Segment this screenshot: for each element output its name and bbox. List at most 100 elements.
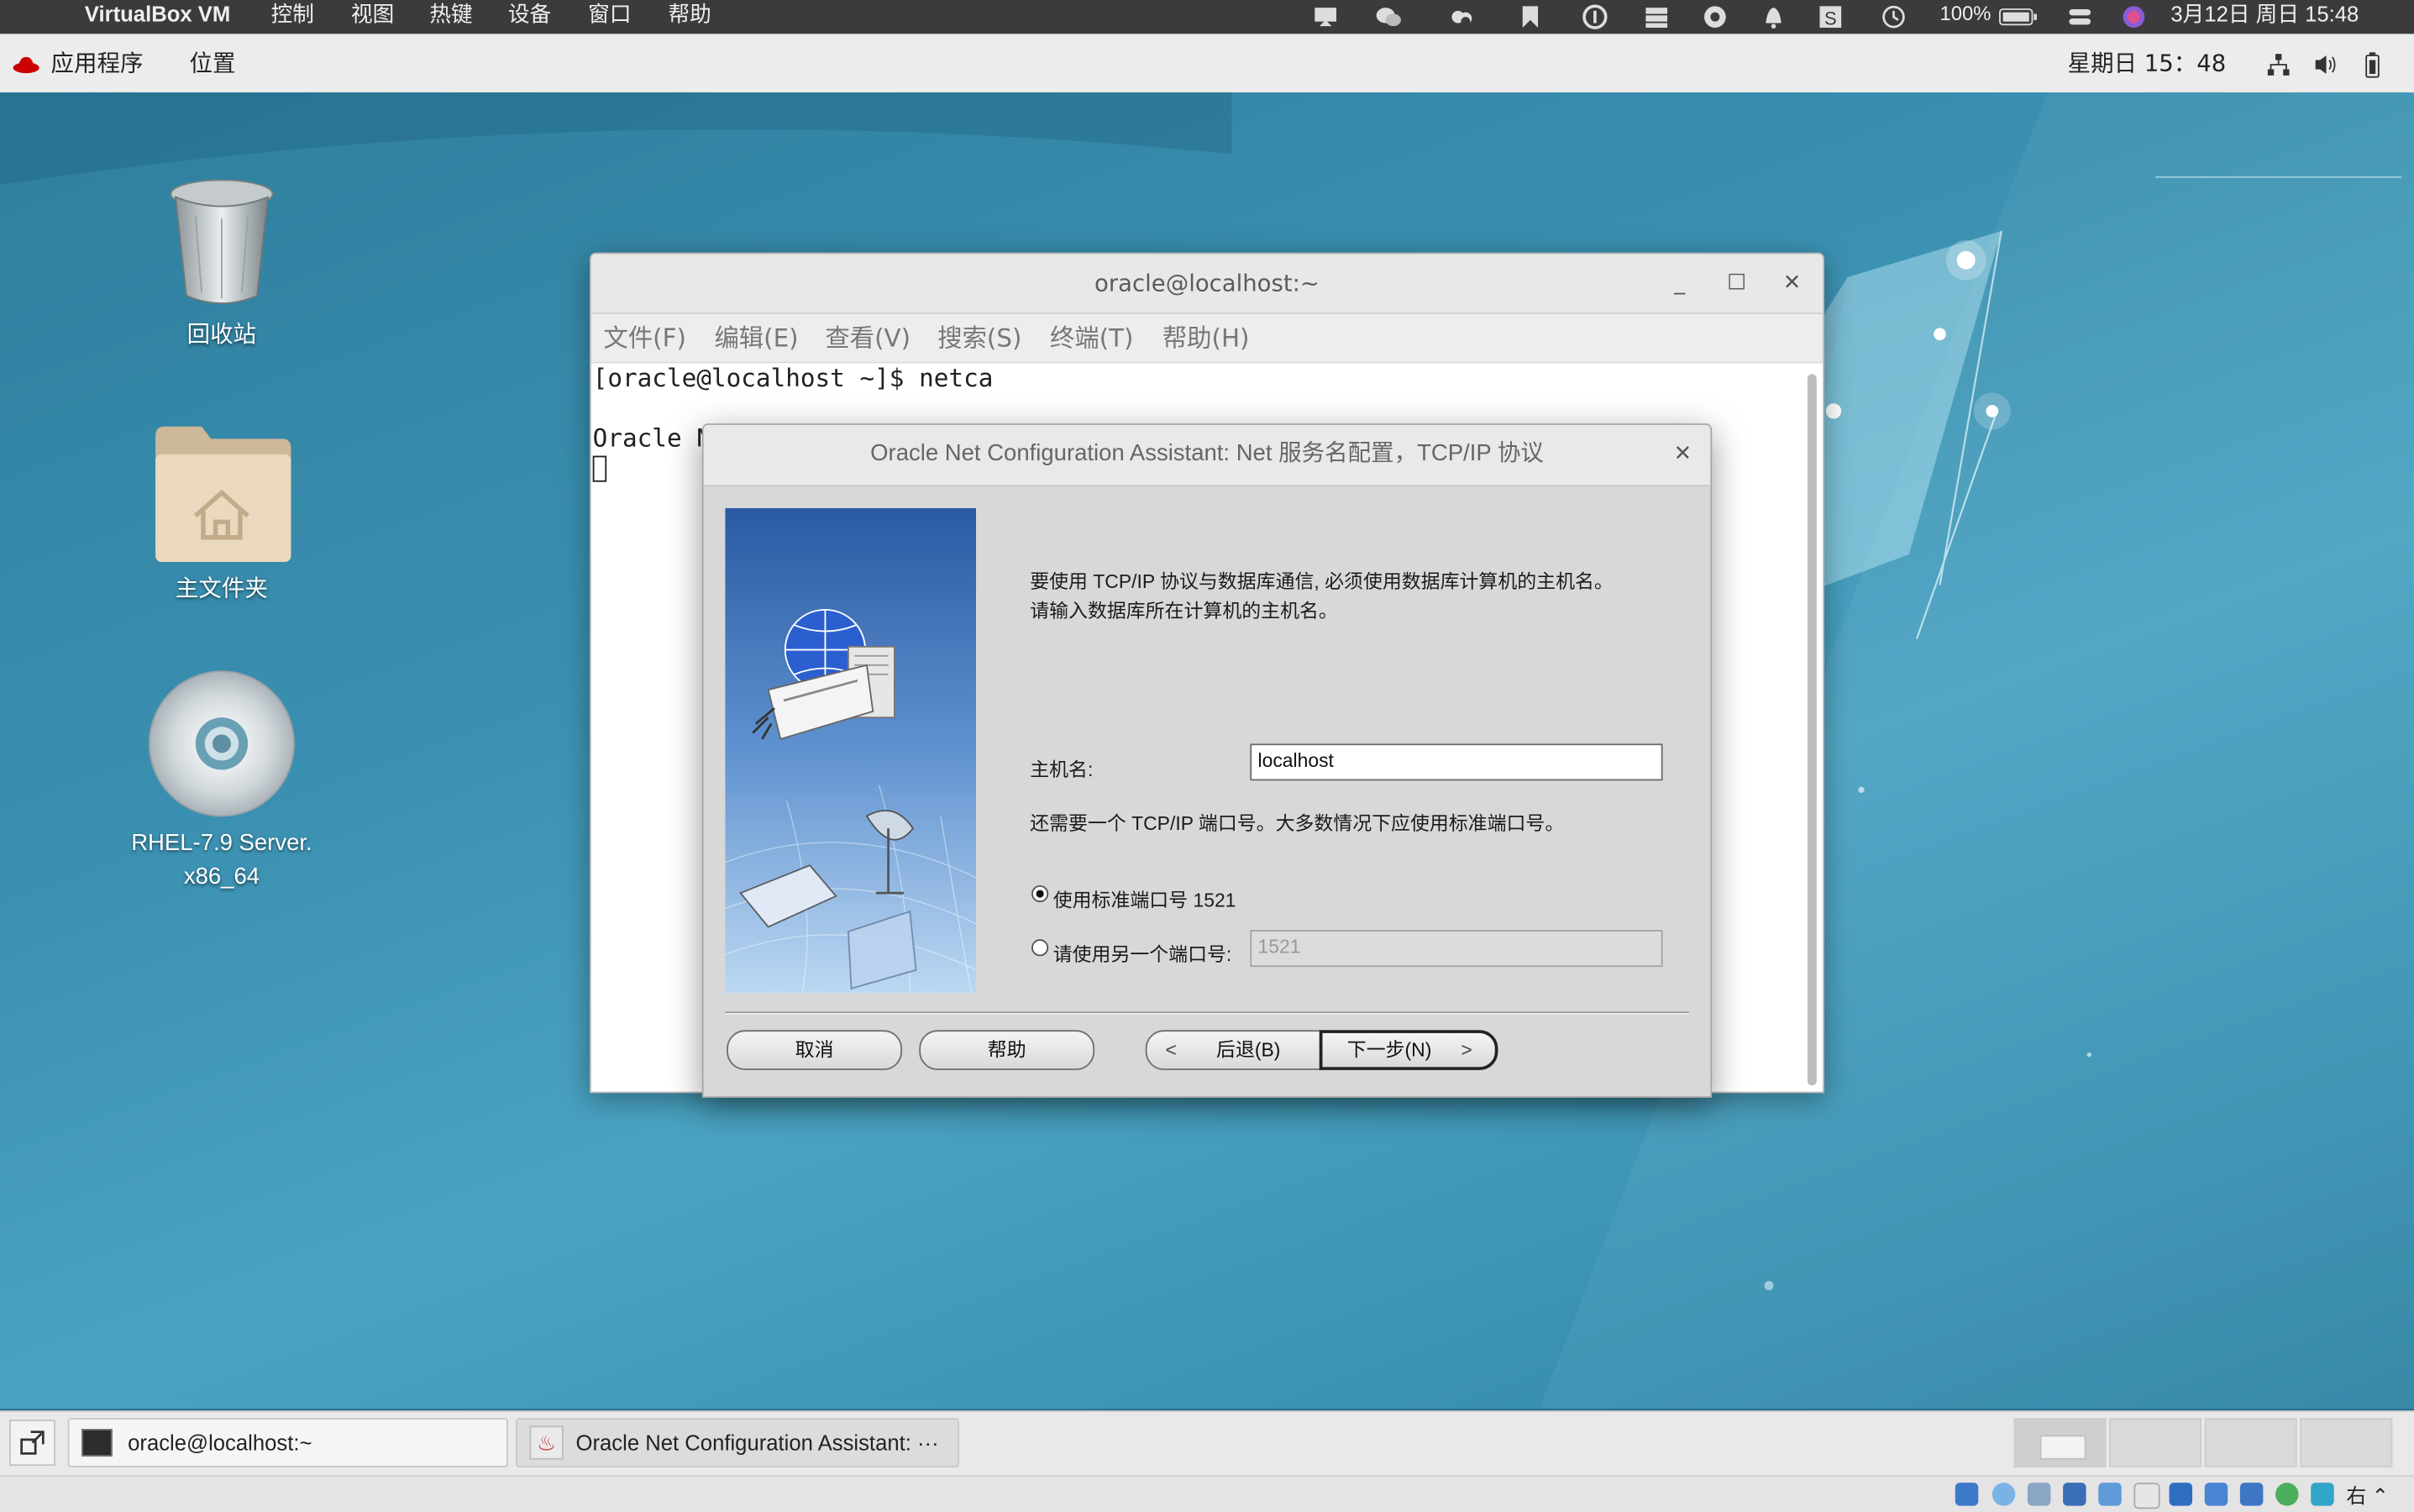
mac-datetime[interactable]: 3月12日 周日 15:48 (2170, 0, 2359, 34)
hard-disk-icon[interactable] (1955, 1483, 1979, 1506)
terminal-app-icon (81, 1429, 113, 1457)
gnome-taskbar: oracle@localhost:~ ♨ Oracle Net Configur… (0, 1410, 2414, 1477)
gnome-top-bar: 应用程序 位置 星期日 15：48 (0, 34, 2414, 94)
mac-menubar: VirtualBox VM 控制 视图 热键 设备 窗口 帮助 S 100% 3… (0, 0, 2414, 34)
network-adapter-icon[interactable] (2063, 1483, 2086, 1506)
terminal-menubar: 文件(F) 编辑(E) 查看(V) 搜索(S) 终端(T) 帮助(H) (590, 313, 1824, 364)
menu-view[interactable]: 查看(V) (825, 314, 910, 362)
power-battery-icon[interactable] (2364, 50, 2382, 78)
dialog-separator (725, 1011, 1689, 1015)
places-menu[interactable]: 位置 (189, 34, 235, 92)
intro-text-line1: 要使用 TCP/IP 协议与数据库通信, 必须使用数据库计算机的主机名。 (1030, 571, 1614, 593)
desktop-icon-label: 主文件夹 (175, 575, 268, 602)
menu-hotkey[interactable]: 热键 (429, 0, 472, 34)
back-button[interactable]: < 后退(B) (1145, 1030, 1321, 1070)
cancel-button[interactable]: 取消 (727, 1030, 903, 1070)
network-icon[interactable] (2266, 52, 2291, 76)
java-app-icon: ♨ (529, 1425, 564, 1460)
help-button[interactable]: 帮助 (919, 1030, 1095, 1070)
applications-menu[interactable]: 应用程序 (50, 34, 143, 92)
volume-icon[interactable] (2312, 52, 2340, 76)
other-port-input[interactable]: 1521 (1250, 930, 1663, 968)
home-folder-icon (155, 426, 291, 563)
siri-icon[interactable] (2120, 3, 2148, 31)
menu-terminal[interactable]: 终端(T) (1050, 314, 1133, 362)
desktop-icon-trash[interactable]: 回收站 (144, 176, 298, 349)
workspace-3[interactable] (2204, 1418, 2297, 1467)
terminal-titlebar[interactable]: oracle@localhost:~ _ ☐ ✕ (590, 254, 1824, 314)
bell-icon[interactable] (1760, 3, 1787, 31)
workspace-4[interactable] (2300, 1418, 2393, 1467)
menu-devices[interactable]: 设备 (508, 0, 551, 34)
display-icon[interactable] (2169, 1483, 2193, 1506)
radio-standard-port-label[interactable]: 使用标准端口号 1521 (1053, 884, 1236, 913)
workspace-2[interactable] (2109, 1418, 2202, 1467)
1password-icon[interactable] (1581, 3, 1608, 31)
wechat-icon[interactable] (1375, 3, 1403, 31)
radio-standard-port[interactable] (1031, 885, 1049, 903)
close-icon[interactable]: ✕ (1775, 266, 1808, 300)
desktop-icon-rhel-disc[interactable]: RHEL-7.9 Server. x86_64 (114, 669, 330, 895)
terminal-scrollbar[interactable] (1807, 374, 1817, 1086)
hostname-input[interactable]: localhost (1250, 743, 1663, 781)
optical-disc-icon (148, 670, 296, 817)
optical-drive-icon[interactable] (1992, 1483, 2016, 1506)
menu-help[interactable]: 帮助 (668, 0, 711, 34)
port-hint-text: 还需要一个 TCP/IP 端口号。大多数情况下应使用标准端口号。 (1030, 812, 1565, 835)
close-icon[interactable]: ✕ (1667, 438, 1698, 470)
menu-edit[interactable]: 编辑(E) (714, 314, 798, 362)
vt-x-icon[interactable] (2239, 1483, 2264, 1506)
shared-folder-icon[interactable] (2133, 1483, 2160, 1509)
s-icon[interactable]: S (1817, 3, 1845, 31)
notification-icon[interactable] (1312, 3, 1340, 31)
host-key-indicator: 右 ⌃ (2346, 1484, 2389, 1508)
terminal-title: oracle@localhost:~ (1094, 269, 1320, 297)
terminal-line: [oracle@localhost ~]$ netca (592, 363, 994, 393)
menu-file[interactable]: 文件(F) (604, 314, 686, 362)
show-desktop-button[interactable] (8, 1420, 55, 1467)
menu-help[interactable]: 帮助(H) (1162, 314, 1250, 362)
netca-dialog: Oracle Net Configuration Assistant: Net … (701, 423, 1713, 1098)
workspace-1[interactable] (2013, 1418, 2107, 1467)
guest-additions-icon[interactable] (2275, 1483, 2299, 1506)
terminal-cursor (592, 455, 607, 482)
time-machine-icon[interactable] (1880, 3, 1908, 31)
back-button-label: 后退(B) (1215, 1039, 1281, 1061)
maximize-icon[interactable]: ☐ (1719, 266, 1753, 300)
radio-other-port[interactable] (1031, 939, 1049, 957)
dialog-titlebar[interactable]: Oracle Net Configuration Assistant: Net … (703, 424, 1711, 487)
menu-control[interactable]: 控制 (271, 0, 314, 34)
control-center-icon[interactable] (2066, 3, 2094, 31)
trash-icon (170, 179, 274, 305)
svg-text:S: S (1824, 8, 1837, 29)
minimize-icon[interactable]: _ (1663, 266, 1697, 300)
radio-other-port-label[interactable]: 请使用另一个端口号: (1053, 937, 1232, 967)
vpn-icon[interactable] (1701, 3, 1729, 31)
taskbar-item-netca[interactable]: ♨ Oracle Net Configuration Assistant: ··… (516, 1418, 959, 1467)
next-button-label: 下一步(N) (1346, 1039, 1432, 1061)
taskbar-item-label: Oracle Net Configuration Assistant: ··· (575, 1430, 939, 1456)
chevron-left-icon: < (1165, 1039, 1177, 1061)
menu-window[interactable]: 窗口 (588, 0, 631, 34)
server-icon[interactable] (1643, 3, 1671, 31)
menu-view[interactable]: 视图 (351, 0, 394, 34)
menu-search[interactable]: 搜索(S) (937, 314, 1021, 362)
battery-icon[interactable] (1998, 3, 2039, 31)
show-desktop-icon (20, 1431, 45, 1455)
desktop-icon-home[interactable]: 主文件夹 (144, 423, 298, 603)
cloud-icon[interactable] (1447, 3, 1475, 31)
bookmark-icon[interactable] (1516, 3, 1544, 31)
dialog-title: Oracle Net Configuration Assistant: Net … (870, 440, 1544, 467)
hostname-label: 主机名: (1030, 759, 1094, 781)
usb-icon[interactable] (2098, 1483, 2122, 1506)
gnome-clock[interactable]: 星期日 15：48 (2068, 34, 2227, 92)
chevron-right-icon: > (1461, 1039, 1472, 1061)
next-button[interactable]: 下一步(N) > (1319, 1030, 1498, 1070)
mouse-integration-icon[interactable] (2311, 1483, 2334, 1506)
desktop-icon-label: RHEL-7.9 Server. x86_64 (131, 829, 312, 890)
desktop-icon-label: 回收站 (186, 322, 257, 349)
taskbar-item-terminal[interactable]: oracle@localhost:~ (67, 1418, 508, 1467)
audio-icon[interactable] (2027, 1483, 2051, 1506)
recording-icon[interactable] (2204, 1483, 2228, 1506)
app-name-menu[interactable]: VirtualBox VM (85, 0, 230, 34)
